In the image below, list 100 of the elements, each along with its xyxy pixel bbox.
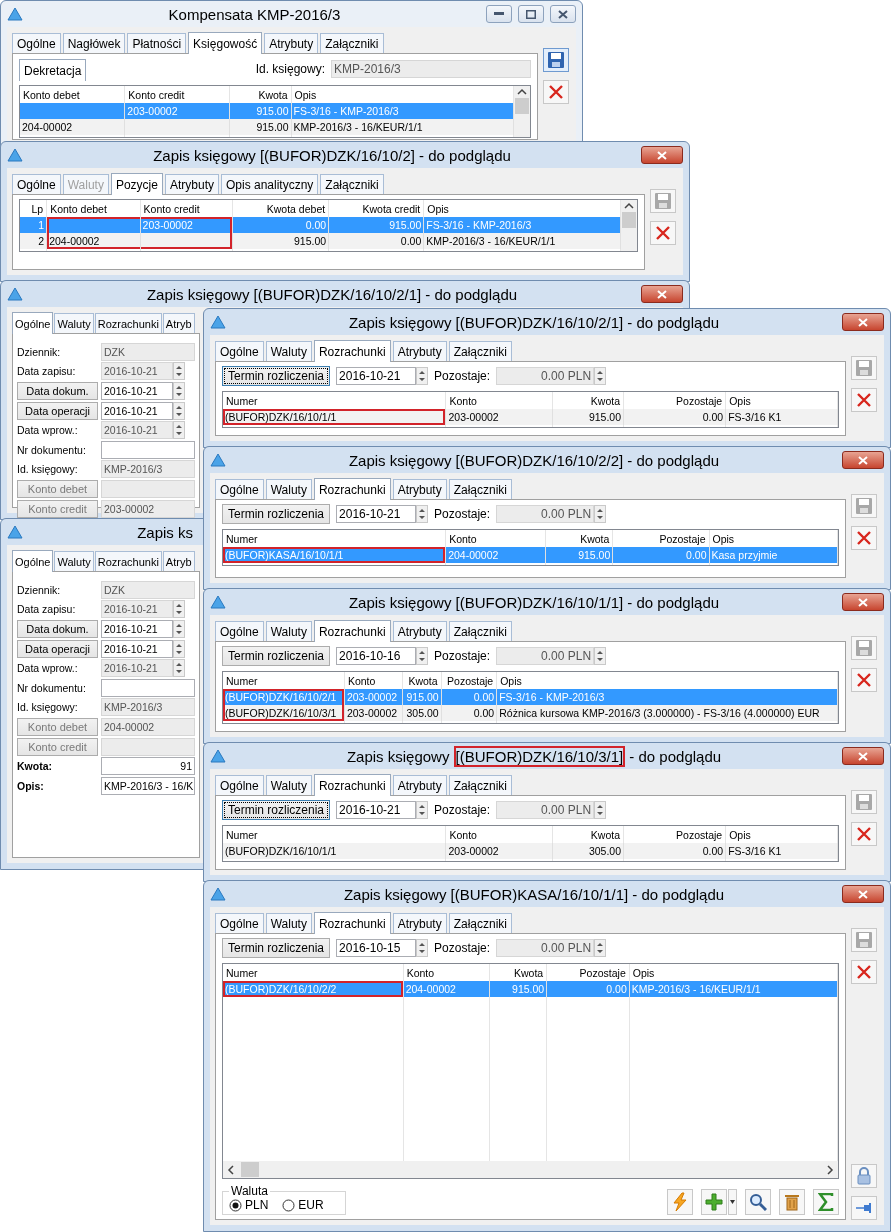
tab[interactable]: Płatności [127,33,187,53]
spin-buttons[interactable] [416,801,429,819]
spin-buttons[interactable] [416,647,429,665]
close-button[interactable] [641,285,683,303]
vertical-scrollbar[interactable] [621,200,637,251]
table-row[interactable]: 2 204-00002 915.00 0.00 KMP-2016/3 - 16/KEUR/1/1 [20,233,621,249]
tab[interactable]: Ogólne [12,33,61,53]
tab[interactable]: Atrybuty [392,341,447,361]
form-button[interactable]: Data dokum. [17,382,98,400]
tab[interactable]: Załączniki [448,621,512,641]
maximize-button[interactable] [518,5,544,23]
delete-button[interactable] [543,80,569,104]
tab[interactable]: Waluty [265,621,312,641]
tab[interactable]: Rozrachunki [313,774,391,796]
tab[interactable]: Waluty [265,775,312,795]
tab[interactable]: Ogólne [12,174,61,194]
spin-buttons[interactable] [416,367,429,385]
input-field[interactable]: 2016-10-21 [101,620,173,638]
amount-field[interactable]: 0.00 PLN [496,505,595,523]
termin-button[interactable]: Termin rozliczenia [222,504,331,524]
tab[interactable]: Rozrachunki [94,551,162,571]
spin-buttons[interactable] [173,421,185,440]
tab[interactable]: Pozycje [110,173,163,195]
spin-buttons[interactable] [594,801,607,819]
tab[interactable]: Załączniki [448,913,512,933]
trash-button[interactable] [779,1189,805,1215]
horizontal-scrollbar[interactable] [223,1161,838,1178]
delete-button[interactable] [851,822,877,846]
spin-buttons[interactable] [173,659,185,678]
table-row[interactable]: (BUFOR)DZK/16/10/3/1 203-00002 305.00 0.00 Różnica kursowa KMP-2016/3 (3.000000) - FS-3/16 (4.000000) EUR [223,705,838,721]
input-field[interactable]: 2016-10-21 [101,639,173,658]
tab[interactable]: Rozrachunki [313,340,391,362]
tab[interactable]: Ogólne [215,913,264,933]
lightning-button[interactable] [667,1189,693,1215]
scrollbar-thumb[interactable] [241,1162,259,1177]
tab[interactable]: Załączniki [320,33,384,53]
vertical-scrollbar[interactable] [514,86,530,137]
tab[interactable]: Ogólne [12,312,54,334]
delete-button[interactable] [650,221,676,245]
lock-button[interactable] [851,1164,877,1188]
tab[interactable]: Rozrachunki [94,313,162,333]
tab[interactable]: Księgowość [188,32,263,54]
tab[interactable]: Atrybuty [164,174,219,194]
input-field[interactable] [101,678,195,697]
scrollbar-thumb[interactable] [515,98,529,114]
spin-buttons[interactable] [173,382,185,400]
tab[interactable]: Atrybuty [392,621,447,641]
spin-buttons[interactable] [173,401,185,420]
minimize-button[interactable] [486,5,512,23]
spin-buttons[interactable] [173,639,185,658]
termin-button[interactable]: Termin rozliczenia [222,366,331,386]
tab[interactable]: Nagłówek [62,33,126,53]
spin-buttons[interactable] [173,620,185,638]
search-button[interactable] [745,1189,771,1215]
form-button[interactable]: Data dokum. [17,620,98,638]
close-button[interactable] [842,747,884,765]
input-field[interactable]: KMP-2016/3 - 16/K [101,776,195,795]
spin-buttons[interactable] [594,505,607,523]
tab[interactable]: Załączniki [448,341,512,361]
tab[interactable]: Ogólne [215,341,264,361]
spin-buttons[interactable] [416,939,429,957]
tab[interactable]: Ogólne [215,479,264,499]
add-button[interactable] [701,1189,727,1215]
close-button[interactable] [550,5,576,23]
tab[interactable]: Waluty [265,479,312,499]
spin-buttons[interactable] [173,600,185,619]
radio-button[interactable]: EUR [282,1198,324,1212]
date-field[interactable]: 2016-10-15 [336,939,417,957]
amount-field[interactable]: 0.00 PLN [496,801,595,819]
close-button[interactable] [842,593,884,611]
close-button[interactable] [842,313,884,331]
tab[interactable]: Atrybuty [392,775,447,795]
input-field[interactable]: KMP-2016/3 [331,60,531,78]
date-field[interactable]: 2016-10-21 [336,505,417,523]
spin-buttons[interactable] [594,939,607,957]
tab[interactable]: Załączniki [448,479,512,499]
tab[interactable]: Atrybuty [392,913,447,933]
date-field[interactable]: 2016-10-21 [336,367,417,385]
tab[interactable]: Załączniki [320,174,384,194]
date-field[interactable]: 2016-10-21 [336,801,417,819]
tab[interactable]: Ogólne [215,621,264,641]
form-button[interactable]: Data operacji [17,639,98,658]
tab[interactable]: Waluty [54,313,94,333]
tab[interactable]: Waluty [265,341,312,361]
tab[interactable]: Załączniki [448,775,512,795]
amount-field[interactable]: 0.00 PLN [496,939,595,957]
spin-buttons[interactable] [594,647,607,665]
delete-button[interactable] [851,668,877,692]
tab[interactable]: Opis analityczny [221,174,319,194]
table-row[interactable]: (BUFOR)DZK/16/10/1/1 203-00002 305.00 0.00 FS-3/16 K1 [223,843,838,859]
table-row[interactable]: 204-00002 915.00 KMP-2016/3 - 16/KEUR/1/1 [20,119,514,135]
input-field[interactable]: 91 [101,757,195,776]
tab[interactable]: Ogólne [12,550,54,572]
date-field[interactable]: 2016-10-16 [336,647,417,665]
dropdown-button[interactable] [728,1189,737,1215]
close-button[interactable] [842,885,884,903]
delete-button[interactable] [851,388,877,412]
save-button[interactable] [543,48,569,72]
tab[interactable]: Rozrachunki [313,620,391,642]
delete-button[interactable] [851,526,877,550]
